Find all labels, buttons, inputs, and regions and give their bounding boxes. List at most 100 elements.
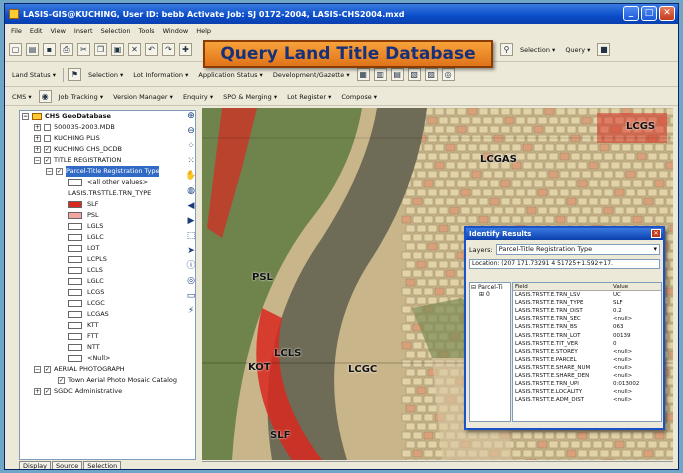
layer-checkbox[interactable]: ✓ <box>44 146 51 153</box>
toc-layer[interactable]: + KUCHING PLIS <box>20 133 195 144</box>
pan-icon[interactable]: ✋ <box>185 170 197 182</box>
enquiry-menu[interactable]: Enquiry ▾ <box>180 93 216 101</box>
menu-help[interactable]: Help <box>196 27 211 35</box>
menu-view[interactable]: View <box>50 27 65 35</box>
zoom-out-icon[interactable]: ⊖ <box>185 125 197 137</box>
layer-checkbox[interactable]: ✓ <box>58 377 65 384</box>
globe-icon[interactable]: ◉ <box>38 90 52 103</box>
layer-checkbox[interactable]: ✓ <box>56 168 63 175</box>
lot-register-menu[interactable]: Lot Register ▾ <box>284 93 334 101</box>
legend-swatch[interactable] <box>68 289 82 296</box>
layer-checkbox[interactable] <box>44 124 51 131</box>
chart-icon[interactable]: ▧ <box>407 68 421 81</box>
collapse-icon[interactable]: − <box>34 157 41 164</box>
layer-checkbox[interactable]: ✓ <box>44 157 51 164</box>
minimize-button[interactable]: _ <box>623 6 639 21</box>
version-manager-menu[interactable]: Version Manager ▾ <box>110 93 176 101</box>
find-icon[interactable]: ◎ <box>185 275 197 287</box>
menu-edit[interactable]: Edit <box>30 27 43 35</box>
toc-layer[interactable]: − ✓ AERIAL PHOTOGRAPH <box>20 364 195 375</box>
maximize-button[interactable]: □ <box>641 6 657 21</box>
collapse-icon[interactable]: − <box>34 366 41 373</box>
report-icon[interactable]: ▨ <box>424 68 438 81</box>
job-tracking-menu[interactable]: Job Tracking ▾ <box>56 93 107 101</box>
legend-swatch[interactable] <box>68 234 82 241</box>
undo-icon[interactable]: ↶ <box>145 43 158 56</box>
table-row[interactable]: LASIS.TRSTT.E.PARCEL <null> <box>513 356 661 364</box>
layer-checkbox[interactable] <box>44 135 51 142</box>
table-row[interactable]: LASIS.TRSTT.E.TRN_TYPE SLF <box>513 299 661 307</box>
fixed-zoom-in-icon[interactable]: ⁘ <box>185 140 197 152</box>
delete-icon[interactable]: ✕ <box>128 43 141 56</box>
print-icon[interactable]: ⎙ <box>60 43 73 56</box>
binoculars-icon[interactable]: ◎ <box>441 68 455 81</box>
copy-icon[interactable]: ❐ <box>94 43 107 56</box>
tab-selection[interactable]: Selection <box>83 461 122 469</box>
table-row[interactable]: LASIS.TRSTT.E.TRN_LOT 00139 <box>513 332 661 340</box>
tab-source[interactable]: Source <box>51 461 83 469</box>
redo-icon[interactable]: ↷ <box>162 43 175 56</box>
back-extent-icon[interactable]: ◀ <box>185 200 197 212</box>
legend-swatch[interactable] <box>68 223 82 230</box>
add-data-icon[interactable]: ✚ <box>179 43 192 56</box>
land-status-menu[interactable]: Land Status ▾ <box>9 71 59 79</box>
legend-swatch[interactable] <box>68 278 82 285</box>
legend-swatch[interactable] <box>68 300 82 307</box>
toc-root[interactable]: − CHS GeoDatabase <box>20 111 195 122</box>
compose-menu[interactable]: Compose ▾ <box>338 93 380 101</box>
query-dropdown[interactable]: Query ▾ <box>562 46 593 54</box>
hyperlink-icon[interactable]: ⚡ <box>185 305 197 317</box>
selection-menu[interactable]: Selection ▾ <box>85 71 126 79</box>
table-row[interactable]: LASIS.TRSTT.E.TRN_LSV UC <box>513 291 661 299</box>
toc-layer[interactable]: + 500035-2003.MDB <box>20 122 195 133</box>
menu-file[interactable]: File <box>11 27 22 35</box>
menu-tools[interactable]: Tools <box>139 27 155 35</box>
table-row[interactable]: LASIS.TRSTT.E.TRN_BS 063 <box>513 323 661 331</box>
legend-swatch[interactable] <box>68 322 82 329</box>
expand-icon[interactable]: + <box>34 135 41 142</box>
tab-display[interactable]: Display <box>19 461 51 469</box>
layer-checkbox[interactable]: ✓ <box>44 388 51 395</box>
measure-icon[interactable]: ▭ <box>185 290 197 302</box>
column-field[interactable]: Field <box>513 283 611 290</box>
expand-icon[interactable]: + <box>34 146 41 153</box>
identify-layer-select[interactable]: Parcel-Title Registration Type <box>495 244 660 255</box>
collapse-icon[interactable]: − <box>46 168 53 175</box>
flag-icon[interactable]: ⚑ <box>67 68 81 81</box>
legend-swatch[interactable] <box>68 344 82 351</box>
menu-insert[interactable]: Insert <box>74 27 93 35</box>
identify-close-button[interactable]: ✕ <box>651 229 661 238</box>
toc-layer[interactable]: + ✓ SGDC Administrative <box>20 386 195 397</box>
legend-swatch[interactable] <box>68 311 82 318</box>
zoom-in-icon[interactable]: ⊕ <box>185 110 197 122</box>
grid-icon[interactable]: ▦ <box>356 68 370 81</box>
new-icon[interactable]: ▢ <box>9 43 22 56</box>
tree-root[interactable]: ⊟ Parcel-Ti <box>471 284 509 291</box>
legend-swatch[interactable] <box>68 333 82 340</box>
lock-icon[interactable]: ■ <box>597 43 611 56</box>
table-row[interactable]: LASIS.TRSTT.E.TRN_DIST 0.2 <box>513 307 661 315</box>
table-row[interactable]: LASIS.TRSTT.E.SHARE_NUM <null> <box>513 364 661 372</box>
expand-icon[interactable]: + <box>34 388 41 395</box>
legend-swatch[interactable] <box>68 201 82 208</box>
legend-swatch[interactable] <box>68 267 82 274</box>
layer-checkbox[interactable]: ✓ <box>44 366 51 373</box>
table-row[interactable]: LASIS.TRSTT.E.ADM_DIST <null> <box>513 396 661 404</box>
pin-icon[interactable]: ⚲ <box>500 43 513 56</box>
column-value[interactable]: Value <box>611 283 655 290</box>
toc-selected-layer[interactable]: − ✓ Parcel-Title Registration Type <box>20 166 195 177</box>
legend-swatch[interactable] <box>68 256 82 263</box>
legend-swatch[interactable] <box>68 212 82 219</box>
legend-swatch[interactable] <box>68 355 82 362</box>
identify-icon[interactable]: ⓘ <box>185 260 197 272</box>
collapse-icon[interactable]: − <box>22 113 29 120</box>
paste-icon[interactable]: ▣ <box>111 43 124 56</box>
fixed-zoom-out-icon[interactable]: ⁙ <box>185 155 197 167</box>
select-elements-icon[interactable]: ➤ <box>185 245 197 257</box>
cut-icon[interactable]: ✂ <box>77 43 90 56</box>
expand-icon[interactable]: + <box>34 124 41 131</box>
selection-dropdown[interactable]: Selection ▾ <box>517 46 558 54</box>
select-features-icon[interactable]: ⬚ <box>185 230 197 242</box>
save-icon[interactable]: ▪ <box>43 43 56 56</box>
menu-window[interactable]: Window <box>163 27 189 35</box>
